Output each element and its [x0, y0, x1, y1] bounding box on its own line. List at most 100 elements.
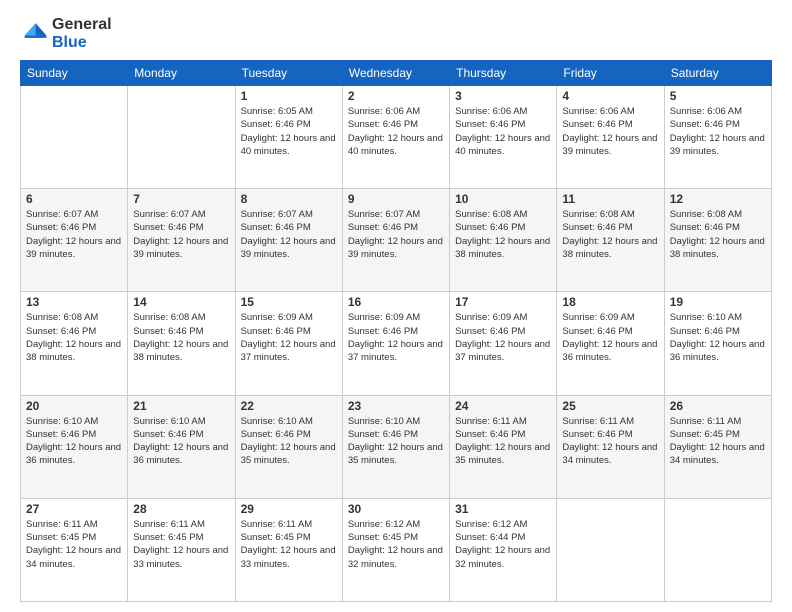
- day-number: 18: [562, 295, 658, 309]
- day-info: Sunrise: 6:10 AMSunset: 6:46 PMDaylight:…: [133, 415, 229, 468]
- calendar-cell: 14Sunrise: 6:08 AMSunset: 6:46 PMDayligh…: [128, 292, 235, 395]
- calendar-cell: 25 Sunrise: 6:11 AMSunset: 6:46 PMDayligh…: [557, 395, 664, 498]
- weekday-header-friday: Friday: [557, 61, 664, 86]
- day-info: Sunrise: 6:08 AMSunset: 6:46 PMDaylight:…: [562, 208, 658, 261]
- day-number: 6: [26, 192, 122, 206]
- calendar-cell: 7Sunrise: 6:07 AMSunset: 6:46 PMDaylight…: [128, 189, 235, 292]
- calendar-cell: [21, 86, 128, 189]
- calendar-cell: 11 Sunrise: 6:08 AMSunset: 6:46 PMDayligh…: [557, 189, 664, 292]
- day-number: 26: [670, 399, 766, 413]
- calendar-cell: 29Sunrise: 6:11 AMSunset: 6:45 PMDayligh…: [235, 498, 342, 601]
- day-info: Sunrise: 6:09 AMSunset: 6:46 PMDaylight:…: [241, 311, 337, 364]
- day-number: 25: [562, 399, 658, 413]
- calendar-cell: 4 Sunrise: 6:06 AMSunset: 6:46 PMDaylight…: [557, 86, 664, 189]
- day-number: 13: [26, 295, 122, 309]
- day-info: Sunrise: 6:09 AMSunset: 6:46 PMDaylight:…: [348, 311, 444, 364]
- calendar-cell: 31 Sunrise: 6:12 AMSunset: 6:44 PMDayligh…: [450, 498, 557, 601]
- calendar-cell: 6Sunrise: 6:07 AMSunset: 6:46 PMDaylight…: [21, 189, 128, 292]
- day-info: Sunrise: 6:06 AMSunset: 6:46 PMDaylight:…: [670, 105, 766, 158]
- day-number: 12: [670, 192, 766, 206]
- week-row-5: 27 Sunrise: 6:11 AMSunset: 6:45 PMDayligh…: [21, 498, 772, 601]
- weekday-header-row: SundayMondayTuesdayWednesdayThursdayFrid…: [21, 61, 772, 86]
- calendar-cell: 19Sunrise: 6:10 AMSunset: 6:46 PMDayligh…: [664, 292, 771, 395]
- calendar-cell: 26 Sunrise: 6:11 AMSunset: 6:45 PMDayligh…: [664, 395, 771, 498]
- page: General Blue SundayMondayTuesdayWednesda…: [0, 0, 792, 612]
- day-number: 10: [455, 192, 551, 206]
- day-info: Sunrise: 6:10 AMSunset: 6:46 PMDaylight:…: [241, 415, 337, 468]
- weekday-header-sunday: Sunday: [21, 61, 128, 86]
- weekday-header-monday: Monday: [128, 61, 235, 86]
- logo-text: General Blue: [52, 16, 112, 52]
- week-row-3: 13 Sunrise: 6:08 AMSunset: 6:46 PMDayligh…: [21, 292, 772, 395]
- day-info: Sunrise: 6:09 AMSunset: 6:46 PMDaylight:…: [455, 311, 551, 364]
- day-info: Sunrise: 6:11 AMSunset: 6:45 PMDaylight:…: [26, 518, 122, 571]
- calendar-cell: 23 Sunrise: 6:10 AMSunset: 6:46 PMDayligh…: [342, 395, 449, 498]
- calendar-cell: [128, 86, 235, 189]
- day-info: Sunrise: 6:06 AMSunset: 6:46 PMDaylight:…: [455, 105, 551, 158]
- day-number: 17: [455, 295, 551, 309]
- day-info: Sunrise: 6:08 AMSunset: 6:46 PMDaylight:…: [455, 208, 551, 261]
- day-number: 31: [455, 502, 551, 516]
- calendar-cell: [557, 498, 664, 601]
- calendar-cell: 10 Sunrise: 6:08 AMSunset: 6:46 PMDayligh…: [450, 189, 557, 292]
- day-number: 14: [133, 295, 229, 309]
- day-info: Sunrise: 6:06 AMSunset: 6:46 PMDaylight:…: [562, 105, 658, 158]
- calendar-cell: 20Sunrise: 6:10 AMSunset: 6:46 PMDayligh…: [21, 395, 128, 498]
- day-number: 22: [241, 399, 337, 413]
- day-number: 20: [26, 399, 122, 413]
- day-info: Sunrise: 6:11 AMSunset: 6:46 PMDaylight:…: [562, 415, 658, 468]
- day-info: Sunrise: 6:10 AMSunset: 6:46 PMDaylight:…: [670, 311, 766, 364]
- week-row-4: 20 Sunrise: 6:10 AMSunset: 6:46 PMDayligh…: [21, 395, 772, 498]
- header: General Blue: [20, 16, 772, 52]
- day-info: Sunrise: 6:12 AMSunset: 6:44 PMDaylight:…: [455, 518, 551, 571]
- day-number: 5: [670, 89, 766, 103]
- day-number: 4: [562, 89, 658, 103]
- calendar-cell: 2 Sunrise: 6:06 AMSunset: 6:46 PMDaylight…: [342, 86, 449, 189]
- calendar-cell: 28Sunrise: 6:11 AMSunset: 6:45 PMDayligh…: [128, 498, 235, 601]
- day-number: 8: [241, 192, 337, 206]
- calendar-cell: 5 Sunrise: 6:06 AMSunset: 6:46 PMDaylight…: [664, 86, 771, 189]
- day-number: 7: [133, 192, 229, 206]
- calendar-cell: 22 Sunrise: 6:10 AMSunset: 6:46 PMDayligh…: [235, 395, 342, 498]
- day-number: 1: [241, 89, 337, 103]
- day-number: 15: [241, 295, 337, 309]
- calendar-cell: 8Sunrise: 6:07 AMSunset: 6:46 PMDaylight…: [235, 189, 342, 292]
- logo-icon: [20, 20, 48, 48]
- calendar-cell: 27 Sunrise: 6:11 AMSunset: 6:45 PMDayligh…: [21, 498, 128, 601]
- weekday-header-wednesday: Wednesday: [342, 61, 449, 86]
- day-info: Sunrise: 6:11 AMSunset: 6:46 PMDaylight:…: [455, 415, 551, 468]
- day-number: 3: [455, 89, 551, 103]
- day-info: Sunrise: 6:12 AMSunset: 6:45 PMDaylight:…: [348, 518, 444, 571]
- calendar-cell: 3 Sunrise: 6:06 AMSunset: 6:46 PMDaylight…: [450, 86, 557, 189]
- day-number: 11: [562, 192, 658, 206]
- calendar-cell: 21 Sunrise: 6:10 AMSunset: 6:46 PMDayligh…: [128, 395, 235, 498]
- weekday-header-saturday: Saturday: [664, 61, 771, 86]
- calendar-cell: 17 Sunrise: 6:09 AMSunset: 6:46 PMDayligh…: [450, 292, 557, 395]
- day-number: 30: [348, 502, 444, 516]
- calendar-cell: 9 Sunrise: 6:07 AMSunset: 6:46 PMDaylight…: [342, 189, 449, 292]
- day-number: 9: [348, 192, 444, 206]
- day-info: Sunrise: 6:07 AMSunset: 6:46 PMDaylight:…: [348, 208, 444, 261]
- logo: General Blue: [20, 16, 112, 52]
- day-info: Sunrise: 6:10 AMSunset: 6:46 PMDaylight:…: [348, 415, 444, 468]
- day-number: 24: [455, 399, 551, 413]
- calendar-cell: [664, 498, 771, 601]
- day-info: Sunrise: 6:11 AMSunset: 6:45 PMDaylight:…: [670, 415, 766, 468]
- day-info: Sunrise: 6:11 AMSunset: 6:45 PMDaylight:…: [133, 518, 229, 571]
- day-number: 16: [348, 295, 444, 309]
- day-info: Sunrise: 6:06 AMSunset: 6:46 PMDaylight:…: [348, 105, 444, 158]
- calendar-cell: 24 Sunrise: 6:11 AMSunset: 6:46 PMDayligh…: [450, 395, 557, 498]
- week-row-1: 1Sunrise: 6:05 AMSunset: 6:46 PMDaylight…: [21, 86, 772, 189]
- day-info: Sunrise: 6:08 AMSunset: 6:46 PMDaylight:…: [670, 208, 766, 261]
- calendar-cell: 30 Sunrise: 6:12 AMSunset: 6:45 PMDayligh…: [342, 498, 449, 601]
- day-info: Sunrise: 6:09 AMSunset: 6:46 PMDaylight:…: [562, 311, 658, 364]
- calendar-cell: 1Sunrise: 6:05 AMSunset: 6:46 PMDaylight…: [235, 86, 342, 189]
- day-number: 27: [26, 502, 122, 516]
- day-number: 23: [348, 399, 444, 413]
- calendar-table: SundayMondayTuesdayWednesdayThursdayFrid…: [20, 60, 772, 602]
- day-info: Sunrise: 6:08 AMSunset: 6:46 PMDaylight:…: [26, 311, 122, 364]
- day-number: 21: [133, 399, 229, 413]
- day-number: 2: [348, 89, 444, 103]
- calendar-cell: 16 Sunrise: 6:09 AMSunset: 6:46 PMDayligh…: [342, 292, 449, 395]
- day-number: 29: [241, 502, 337, 516]
